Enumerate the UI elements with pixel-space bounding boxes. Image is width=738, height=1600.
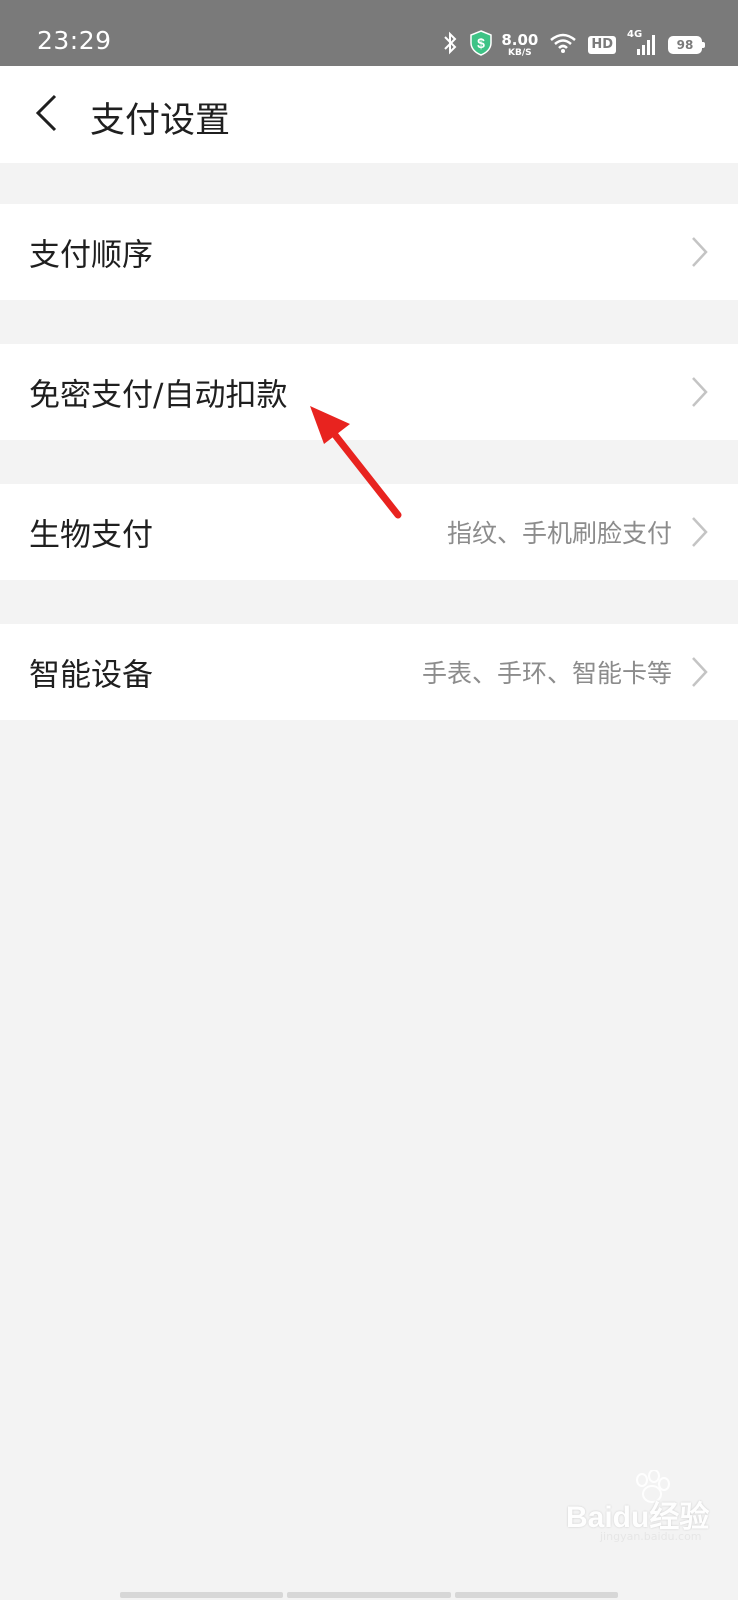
status-icons: $ 8.00 KB/S HD 4G 98 xyxy=(441,27,705,63)
page-title: 支付设置 xyxy=(90,101,231,141)
row-value: 手表、手环、智能卡等 xyxy=(421,659,672,688)
status-time: 23:29 xyxy=(37,26,112,55)
network-speed-unit: KB/S xyxy=(508,47,532,58)
annotation-arrow-icon xyxy=(310,406,402,519)
pay-shield-icon: $ xyxy=(470,30,493,60)
battery-level: 98 xyxy=(676,38,694,52)
row-label: 智能设备 xyxy=(29,657,153,694)
signal-icon: 4G xyxy=(627,29,657,57)
wifi-icon xyxy=(549,32,577,58)
settings-row-smart-devices[interactable]: 智能设备 手表、手环、智能卡等 xyxy=(0,624,738,720)
status-bar: 23:29 $ 8.00 KB/S HD 4G 98 xyxy=(0,0,738,66)
nav-bar: 支付设置 xyxy=(0,66,738,163)
chevron-right-icon xyxy=(692,377,708,407)
back-button[interactable] xyxy=(26,88,66,138)
network-speed: 8.00 KB/S xyxy=(501,30,539,58)
chevron-right-icon xyxy=(692,517,708,547)
home-indicator xyxy=(120,1592,618,1598)
settings-row-payment-order[interactable]: 支付顺序 xyxy=(0,204,738,300)
chevron-right-icon xyxy=(692,657,708,687)
chevron-right-icon xyxy=(692,237,708,267)
network-speed-value: 8.00 xyxy=(501,30,539,49)
row-value: 指纹、手机刷脸支付 xyxy=(446,519,672,548)
hd-badge: HD xyxy=(588,36,616,54)
baidu-jingyan-watermark: Baidu经验 jingyan.baidu.com xyxy=(560,1466,720,1550)
svg-text:$: $ xyxy=(477,35,485,51)
watermark-url: jingyan.baidu.com xyxy=(600,1530,702,1543)
row-label: 支付顺序 xyxy=(29,237,153,274)
row-label: 生物支付 xyxy=(29,517,153,554)
back-arrow-icon xyxy=(35,94,57,132)
battery-icon: 98 xyxy=(668,36,705,54)
row-label: 免密支付/自动扣款 xyxy=(29,377,288,414)
bluetooth-icon xyxy=(441,31,459,59)
